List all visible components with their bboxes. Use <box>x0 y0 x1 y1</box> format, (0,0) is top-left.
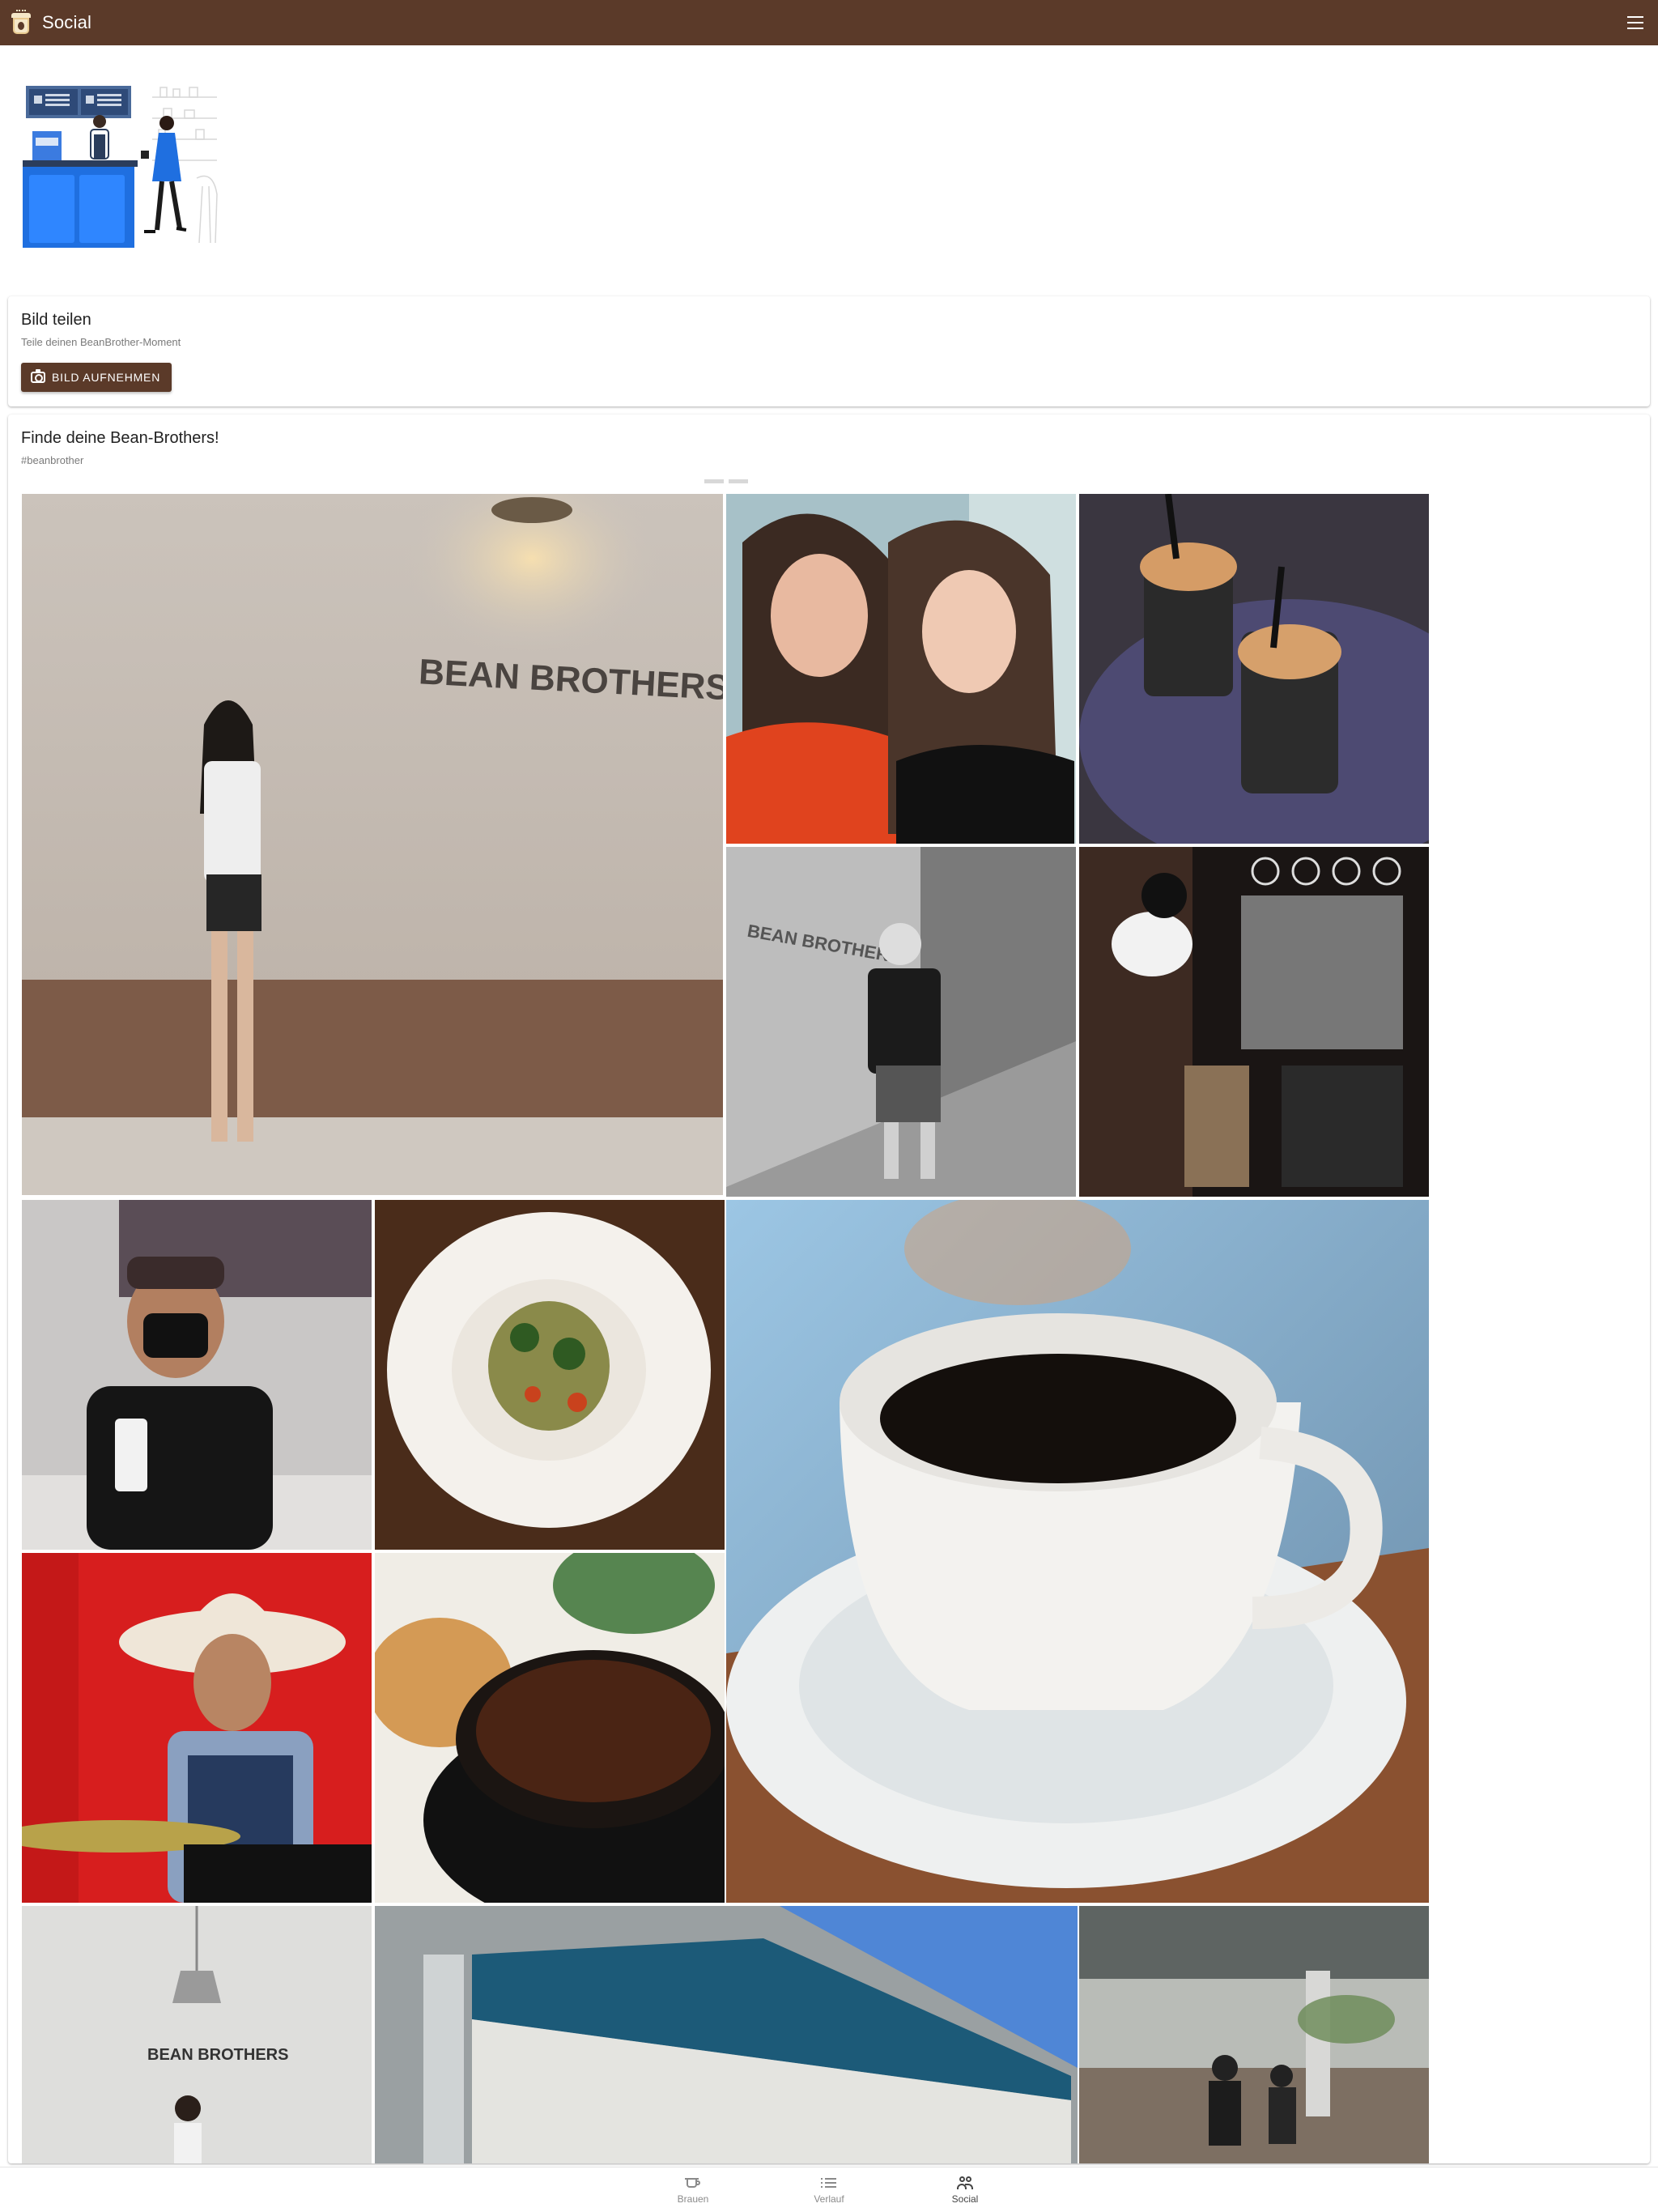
app-bar: Social <box>0 0 1658 45</box>
coffee-cup-logo-icon <box>11 10 31 36</box>
bottom-navigation: Brauen Verlauf Social <box>0 2167 1658 2212</box>
share-card-title: Bild teilen <box>21 311 91 329</box>
photo-man-with-mask-and-cup[interactable] <box>22 1200 372 1550</box>
photo-cowboy-drummer[interactable] <box>22 1553 372 1903</box>
photo-coffee-and-muffin[interactable] <box>375 1553 725 1903</box>
nav-item-verlauf[interactable]: Verlauf <box>761 2167 897 2212</box>
nav-item-brauen[interactable]: Brauen <box>625 2167 761 2212</box>
hamburger-menu-icon[interactable] <box>1627 16 1643 29</box>
photo-espresso-cup-closeup[interactable] <box>726 1200 1429 1903</box>
coffee-cup-icon <box>684 2176 702 2190</box>
list-icon <box>820 2176 838 2190</box>
photo-barista-top-view[interactable] <box>1079 847 1429 1197</box>
photo-woman-bean-brothers-wall[interactable]: BEAN BROTHERS <box>22 494 723 1195</box>
photo-woman-under-lamp[interactable]: BEAN BROTHERS <box>22 1906 372 2163</box>
take-picture-button[interactable]: BILD AUFNEHMEN <box>21 363 172 392</box>
photo-cafe-interior[interactable] <box>1079 1906 1429 2163</box>
photo-pasta-plate[interactable] <box>375 1200 725 1550</box>
feed-hashtag: #beanbrother <box>21 454 84 466</box>
share-card-subtitle: Teile deinen BeanBrother-Moment <box>21 336 181 348</box>
photo-grid: BEAN BROTHERS BEAN BROTHERS BEAN BROTHER… <box>22 494 1431 2163</box>
page-title: Social <box>42 12 92 32</box>
nav-item-label: Brauen <box>677 2193 709 2205</box>
take-picture-button-label: BILD AUFNEHMEN <box>52 371 161 384</box>
bean-brothers-feed-card: Finde deine Bean-Brothers! #beanbrother … <box>8 415 1650 2163</box>
nav-item-social[interactable]: Social <box>897 2167 1033 2212</box>
people-icon <box>956 2176 974 2190</box>
nav-item-label: Verlauf <box>814 2193 844 2205</box>
feed-card-title: Finde deine Bean-Brothers! <box>21 429 219 447</box>
feed-embed-header <box>704 479 753 484</box>
wall-sign-text: BEAN BROTHERS <box>147 2046 288 2064</box>
photo-two-women-selfie[interactable] <box>726 494 1076 844</box>
camera-icon <box>31 369 45 383</box>
coffee-shop-barista-illustration <box>23 81 225 251</box>
photo-iced-coffees-on-table[interactable] <box>1079 494 1429 844</box>
photo-man-walking-bean-brothers-wall[interactable]: BEAN BROTHERS <box>726 847 1076 1197</box>
share-picture-card: Bild teilen Teile deinen BeanBrother-Mom… <box>8 296 1650 406</box>
photo-building-exterior[interactable] <box>375 1906 1078 2163</box>
nav-item-label: Social <box>951 2193 979 2205</box>
